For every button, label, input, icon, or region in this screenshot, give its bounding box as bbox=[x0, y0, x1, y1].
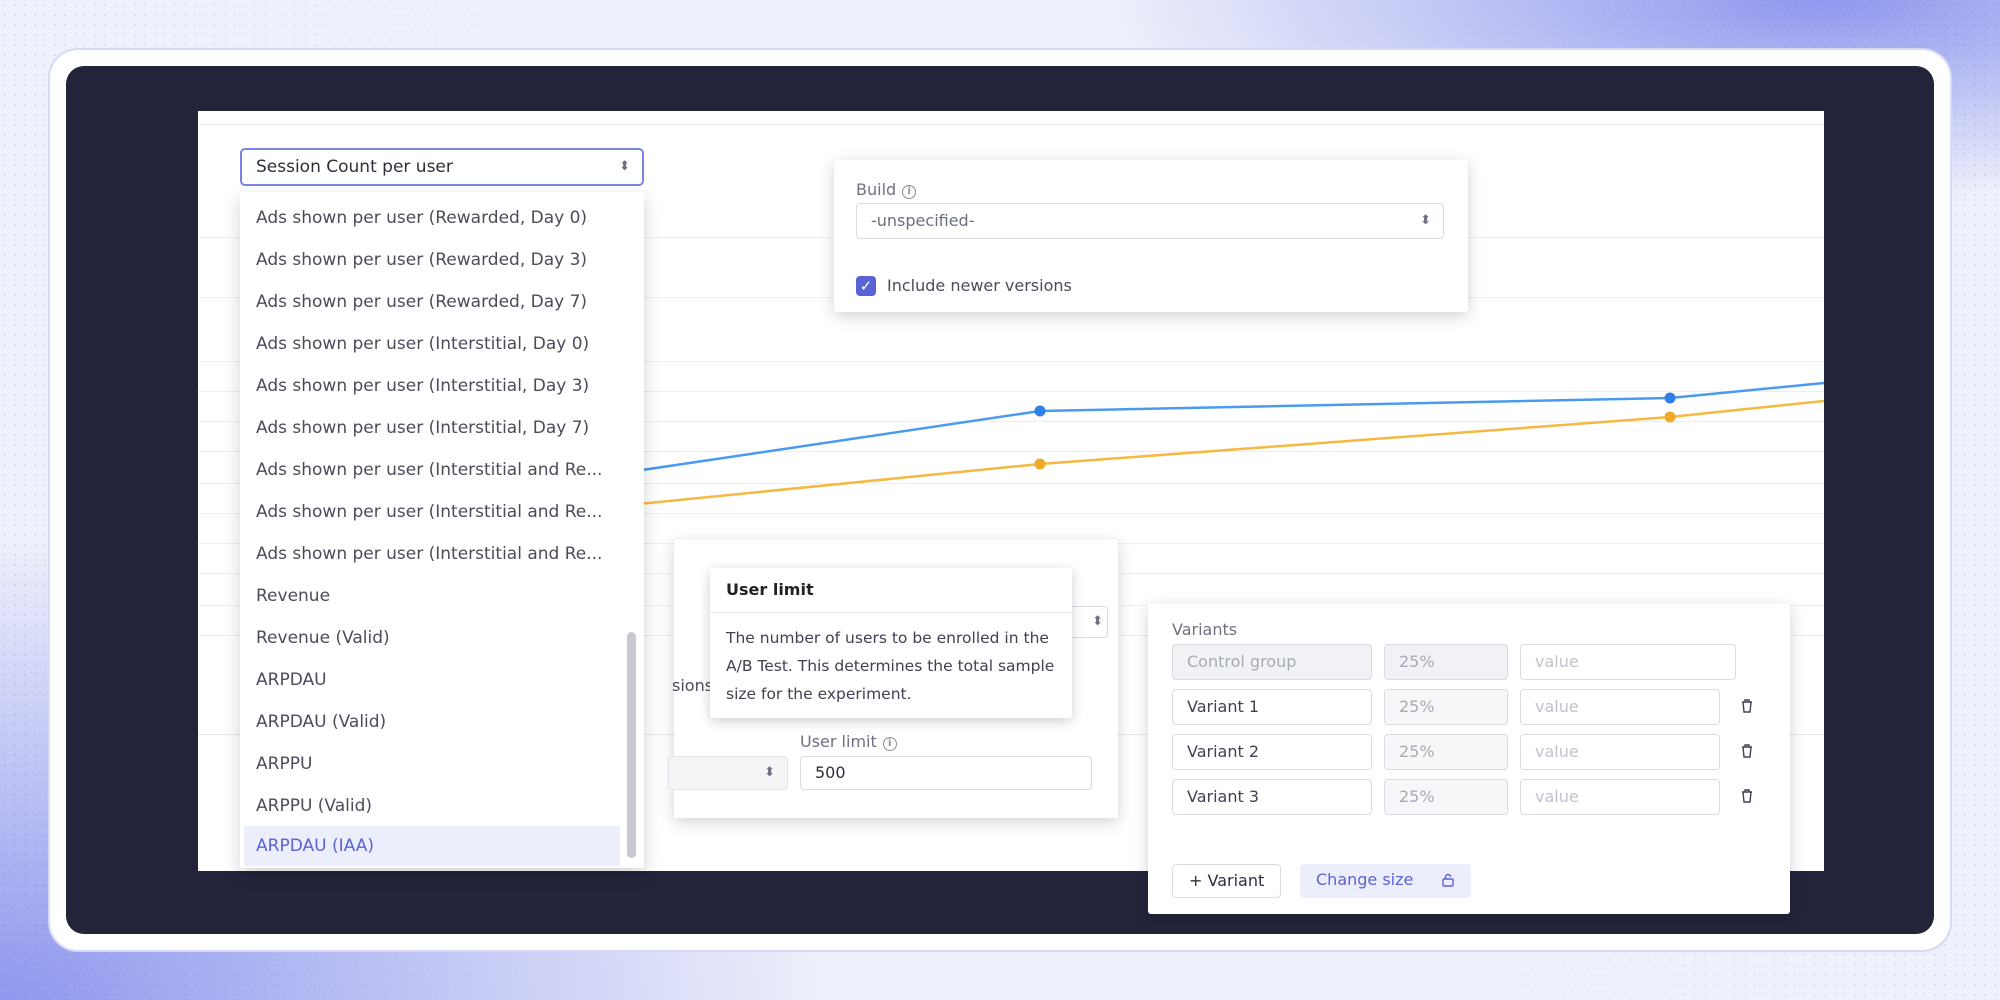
dropdown-option[interactable]: ARPDAU (Valid) bbox=[244, 702, 620, 742]
check-icon: ✓ bbox=[859, 277, 873, 295]
variant-name-field[interactable]: Variant 1 bbox=[1172, 689, 1372, 725]
metric-dropdown-list[interactable]: Ads shown per user (Rewarded, Day 0) Ads… bbox=[240, 192, 644, 868]
chevron-updown-icon: ⬍ bbox=[619, 159, 630, 174]
dropdown-option[interactable]: ARPPU bbox=[244, 744, 620, 784]
tooltip-title: User limit bbox=[726, 580, 814, 599]
trash-icon[interactable] bbox=[1740, 743, 1754, 759]
variant-pct-field: 25% bbox=[1384, 734, 1508, 770]
variant-name-field[interactable]: Variant 2 bbox=[1172, 734, 1372, 770]
metric-select[interactable]: Session Count per user ⬍ bbox=[240, 148, 644, 186]
variant-value-input[interactable]: value bbox=[1520, 734, 1720, 770]
variant-pct-field: 25% bbox=[1384, 644, 1508, 680]
variant-value-input[interactable]: value bbox=[1520, 689, 1720, 725]
dropdown-option[interactable]: Ads shown per user (Rewarded, Day 3) bbox=[244, 240, 620, 280]
include-newer-checkbox[interactable]: ✓ bbox=[856, 276, 876, 296]
dropdown-option[interactable]: Revenue (Valid) bbox=[244, 618, 620, 658]
dropdown-option[interactable]: Ads shown per user (Interstitial, Day 3) bbox=[244, 366, 620, 406]
tooltip-divider bbox=[710, 612, 1072, 613]
series-point-blue bbox=[1664, 392, 1676, 404]
user-limit-tooltip: User limit The number of users to be enr… bbox=[710, 568, 1072, 718]
series-point-blue bbox=[1034, 405, 1046, 417]
clipped-label: sions bbox=[672, 676, 714, 695]
variant-value-input[interactable]: value bbox=[1520, 644, 1736, 680]
variant-name-field[interactable]: Variant 3 bbox=[1172, 779, 1372, 815]
build-label: Build i bbox=[856, 180, 917, 199]
build-select[interactable]: -unspecified- ⬍ bbox=[856, 203, 1444, 239]
variant-value-input[interactable]: value bbox=[1520, 779, 1720, 815]
info-icon[interactable]: i bbox=[882, 737, 897, 751]
chevron-updown-icon: ⬍ bbox=[1092, 614, 1103, 629]
dropdown-option[interactable]: Ads shown per user (Rewarded, Day 7) bbox=[244, 282, 620, 322]
series-point-orange bbox=[1034, 458, 1046, 470]
dropdown-option[interactable]: Ads shown per user (Interstitial, Day 0) bbox=[244, 324, 620, 364]
build-panel: Build i -unspecified- ⬍ ✓ Include newer v… bbox=[834, 160, 1468, 312]
dropdown-option[interactable]: Revenue bbox=[244, 576, 620, 616]
change-size-label: Change size bbox=[1316, 870, 1414, 889]
variants-label: Variants bbox=[1172, 620, 1238, 639]
dropdown-option[interactable]: Ads shown per user (Interstitial and Re.… bbox=[244, 492, 620, 532]
tooltip-body: The number of users to be enrolled in th… bbox=[726, 629, 1055, 703]
metric-select-value: Session Count per user bbox=[256, 157, 453, 177]
chevron-updown-icon: ⬍ bbox=[1420, 213, 1431, 228]
dropdown-option[interactable]: Ads shown per user (Interstitial, Day 7) bbox=[244, 408, 620, 448]
dropdown-scrollbar[interactable] bbox=[627, 632, 636, 858]
variant-pct-field: 25% bbox=[1384, 689, 1508, 725]
trash-icon[interactable] bbox=[1740, 698, 1754, 714]
build-select-value: -unspecified- bbox=[871, 211, 975, 230]
user-limit-label: User limit i bbox=[800, 732, 897, 751]
add-variant-button[interactable]: + Variant bbox=[1172, 864, 1282, 898]
include-newer-label: Include newer versions bbox=[887, 276, 1072, 295]
series-point-orange bbox=[1664, 411, 1676, 423]
dropdown-option[interactable]: ARPPU (Valid) bbox=[244, 786, 620, 826]
info-icon[interactable]: i bbox=[902, 185, 917, 199]
variant-name-field: Control group bbox=[1172, 644, 1372, 680]
hidden-select[interactable]: ⬍ bbox=[1068, 606, 1108, 638]
chevron-updown-icon: ⬍ bbox=[764, 765, 775, 780]
dropdown-option-selected[interactable]: ARPDAU (IAA) bbox=[244, 826, 620, 866]
variants-panel: Variants Control group 25% value Variant… bbox=[1148, 604, 1790, 914]
dropdown-option[interactable]: ARPDAU bbox=[244, 660, 620, 700]
series-line-blue bbox=[567, 381, 1824, 483]
variant-pct-field: 25% bbox=[1384, 779, 1508, 815]
series-line-orange bbox=[567, 399, 1824, 513]
lock-icon[interactable] bbox=[1441, 873, 1455, 887]
dropdown-option[interactable]: Ads shown per user (Interstitial and Re.… bbox=[244, 534, 620, 574]
dropdown-option[interactable]: Ads shown per user (Interstitial and Re.… bbox=[244, 450, 620, 490]
change-size-button[interactable]: Change size bbox=[1300, 864, 1472, 898]
collapsed-select[interactable]: ⬍ bbox=[668, 756, 788, 790]
user-limit-input[interactable]: 500 bbox=[800, 756, 1092, 790]
trash-icon[interactable] bbox=[1740, 788, 1754, 804]
dropdown-option[interactable]: Ads shown per user (Rewarded, Day 0) bbox=[244, 198, 620, 238]
